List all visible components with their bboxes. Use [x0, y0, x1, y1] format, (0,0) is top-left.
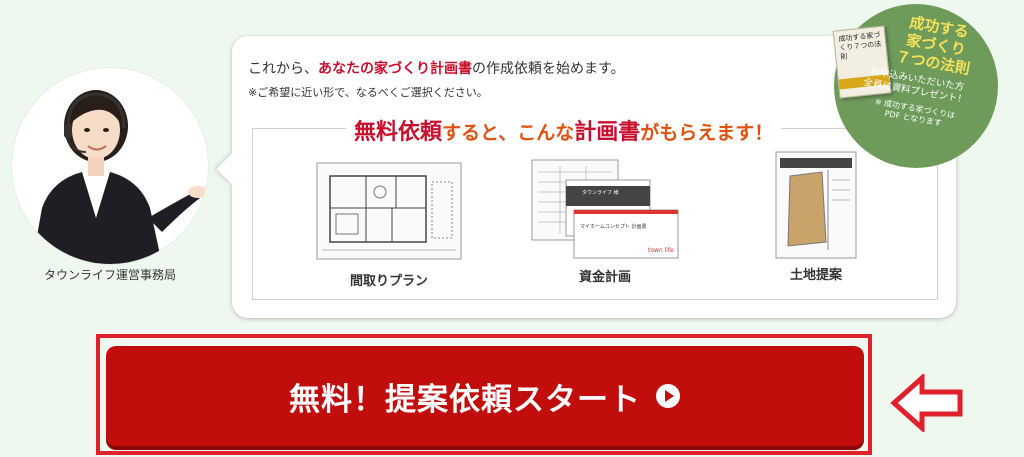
start-request-button[interactable]: 無料！提案依頼スタート: [106, 346, 864, 446]
plan-card-floor: 間取りプラン: [316, 162, 462, 289]
plan-label-floor: 間取りプラン: [349, 274, 428, 289]
intro-emphasis: あなたの家づくり計画書: [318, 61, 472, 77]
mini-doc-subtitle: マイホームコンセプト 計画書: [580, 223, 646, 230]
staff-person-icon: [32, 90, 208, 264]
gift-book-text: 成功する家づくり７つの法則: [838, 30, 882, 62]
plan-label-land: 土地提案: [789, 268, 842, 283]
play-circle-icon: [656, 384, 680, 408]
headline-part1: 無料依頼: [354, 120, 443, 145]
plan-card-land: 土地提案: [766, 150, 866, 283]
plan-card-finance: マイホームコンセプト 計画書 town life タウンライフ 様 資金計画: [530, 158, 680, 285]
left-arrow-icon: [890, 374, 963, 432]
land-proposal-icon: [775, 151, 857, 259]
plan-label-finance: 資金計画: [578, 270, 631, 285]
headline-part4: がもらえます！: [640, 122, 774, 144]
start-request-label: 無料！提案依頼スタート: [289, 381, 641, 418]
mini-doc-title: タウンライフ 様: [582, 189, 619, 196]
intro-prefix: これから、: [248, 61, 318, 77]
headline-part2: すると、こんな: [442, 122, 575, 144]
floor-plan-icon: [316, 162, 462, 260]
staff-avatar: [12, 68, 208, 264]
financial-plan-icon: マイホームコンセプト 計画書 town life タウンライフ 様: [531, 159, 679, 259]
headline-part3: 計画書: [574, 120, 641, 145]
intro-text: これから、あなたの家づくり計画書の作成依頼を始めます。: [248, 58, 625, 78]
intro-suffix: の作成依頼を始めます。: [472, 61, 625, 77]
plans-headline: 無料依頼すると、こんな計画書がもらえます！: [346, 114, 782, 146]
intro-note: ※ご希望に近い形で、なるべくご選択ください。: [248, 86, 488, 99]
staff-label: タウンライフ運営事務局: [43, 268, 176, 282]
mini-doc-brand: town life: [648, 247, 674, 254]
